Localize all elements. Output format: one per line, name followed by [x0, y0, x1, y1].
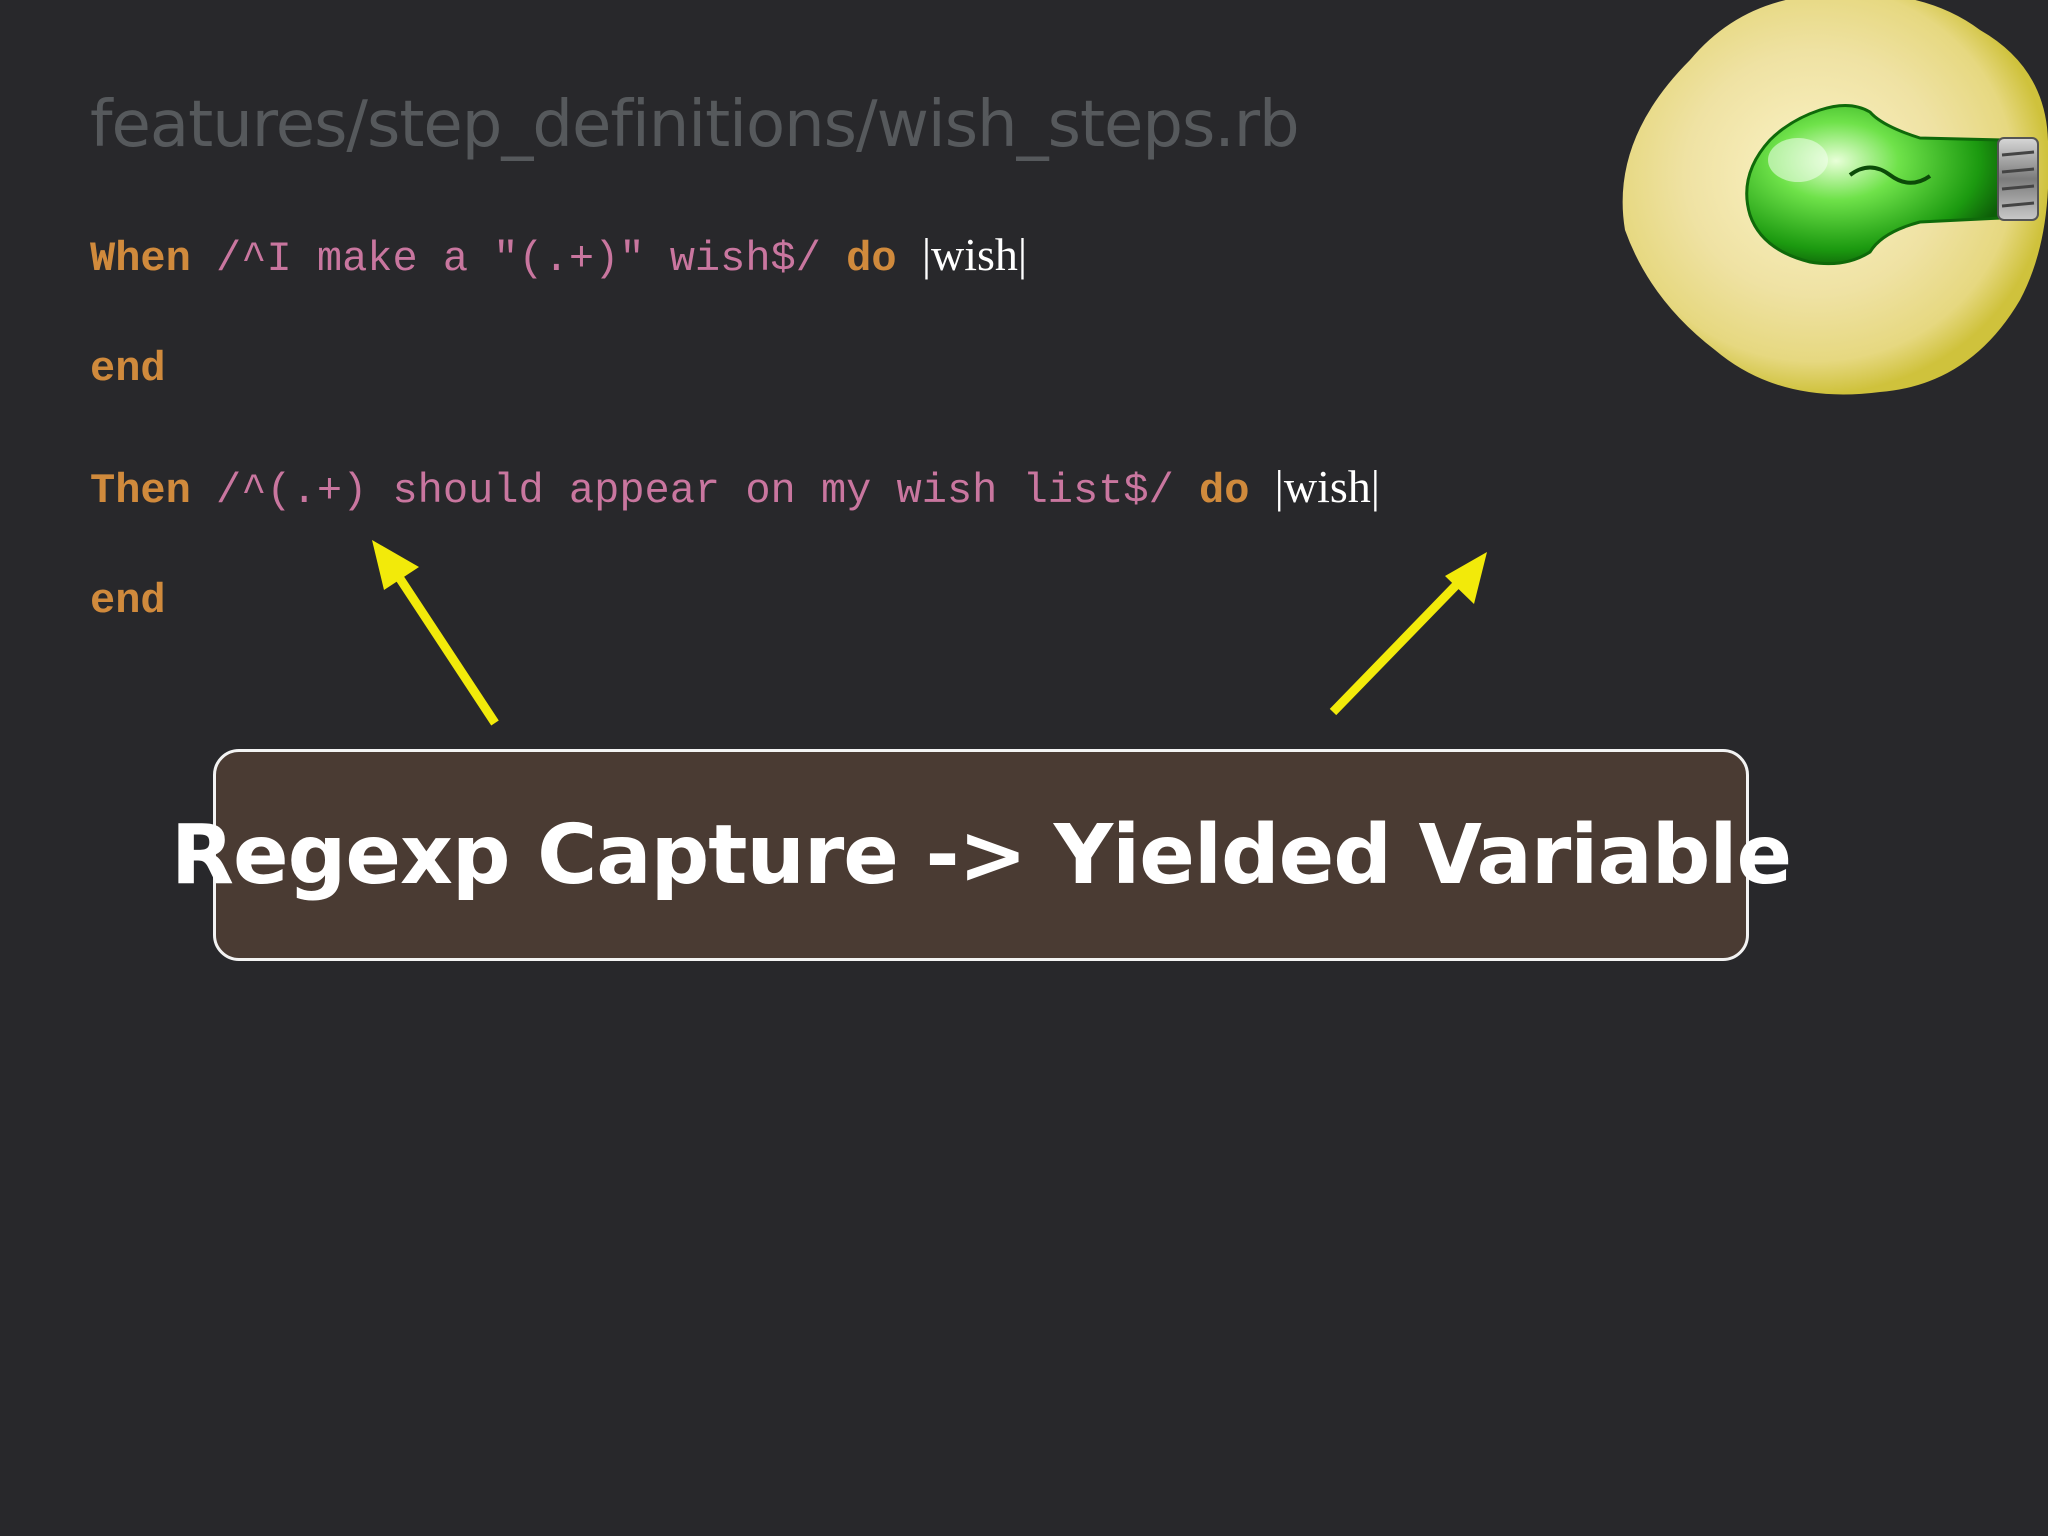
arrow-icon	[1329, 552, 1487, 716]
arrow-icon	[372, 540, 499, 726]
callout-text: Regexp Capture -> Yielded Variable	[170, 807, 1792, 903]
slide: features/step_definitions/wish_steps.rb …	[0, 0, 2048, 1536]
callout-box: Regexp Capture -> Yielded Variable	[171, 749, 1792, 961]
green-lightbulb-icon	[1622, 0, 2048, 395]
